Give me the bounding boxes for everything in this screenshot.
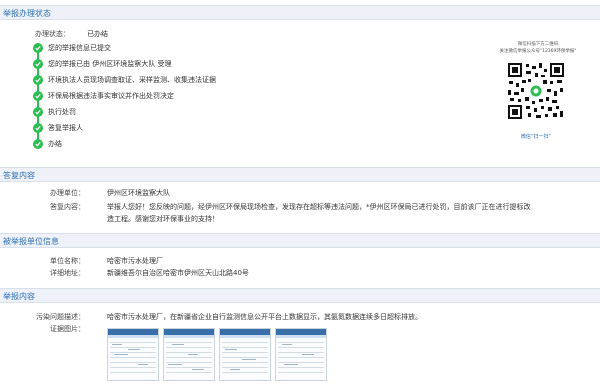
step-label: 办结 <box>48 140 62 148</box>
section-header-report-content: 举报内容 <box>0 288 600 303</box>
section-title: 举报内容 <box>3 292 35 301</box>
step-label: 答复举报人 <box>48 124 83 132</box>
evidence-image[interactable] <box>219 328 271 381</box>
evidence-image[interactable] <box>275 328 327 381</box>
unit-name-value: 哈密市污水处理厂 <box>107 257 163 265</box>
check-icon <box>33 75 43 85</box>
status-label: 办理状态： <box>35 30 70 38</box>
reply-text-line1: 举报人您好！您反映的问题，经伊州区环保局现场检查，发现存在超标等违法问题，*伊州… <box>107 203 531 211</box>
section-title: 举报办理状态 <box>3 9 51 18</box>
evidence-label: 证据图片： <box>50 325 85 333</box>
check-icon <box>33 91 43 101</box>
qr-caption-top: 微信扫描下方二维码 <box>517 42 559 47</box>
description-label: 污染问题描述： <box>36 313 85 321</box>
address-value: 新疆维吾尔自治区哈密市伊州区天山北路40号 <box>107 269 249 277</box>
section-title: 答复内容 <box>3 171 35 180</box>
reply-text-line2: 造工程。感谢您对环保事业的支持！ <box>107 215 219 223</box>
check-icon <box>33 43 43 53</box>
evidence-image[interactable] <box>163 328 215 381</box>
section-header-reported-unit: 被举报单位信息 <box>0 233 600 248</box>
section-title: 被举报单位信息 <box>3 237 59 246</box>
qr-caption-top-2: 关注微信举报公众号"12369环保举报" <box>499 49 577 54</box>
status-value: 已办结 <box>87 30 108 38</box>
reply-label: 答复内容： <box>50 203 85 211</box>
description-value: 哈密市污水处理厂，在新疆省企业自行监测信息公开平台上数据显示，其氨氮数据连续多日… <box>107 313 422 321</box>
step-label: 环境执法人员现场调查取证、采样监测、收集违法证据 <box>48 76 216 84</box>
check-icon <box>33 139 43 149</box>
check-icon <box>33 107 43 117</box>
step-label: 您的举报信息已提交 <box>48 44 111 52</box>
section-header-status: 举报办理状态 <box>0 5 600 20</box>
check-icon <box>33 59 43 69</box>
unit-label: 办理单位： <box>50 189 85 197</box>
section-header-reply: 答复内容 <box>0 167 600 182</box>
step-label: 您的举报已由 伊州区环境监察大队 受理 <box>48 60 172 68</box>
step-label: 执行处罚 <box>48 108 76 116</box>
unit-value: 伊州区环境监察大队 <box>107 189 170 197</box>
qr-code-image <box>506 61 566 121</box>
qr-caption-bottom: 微信“扫一扫” <box>520 134 552 140</box>
address-label: 详细地址： <box>50 269 85 277</box>
check-icon <box>33 123 43 133</box>
evidence-image[interactable] <box>107 328 159 381</box>
step-label: 环保局根据违法事实审议并作出处罚决定 <box>48 92 174 100</box>
unit-name-label: 单位名称： <box>50 257 85 265</box>
